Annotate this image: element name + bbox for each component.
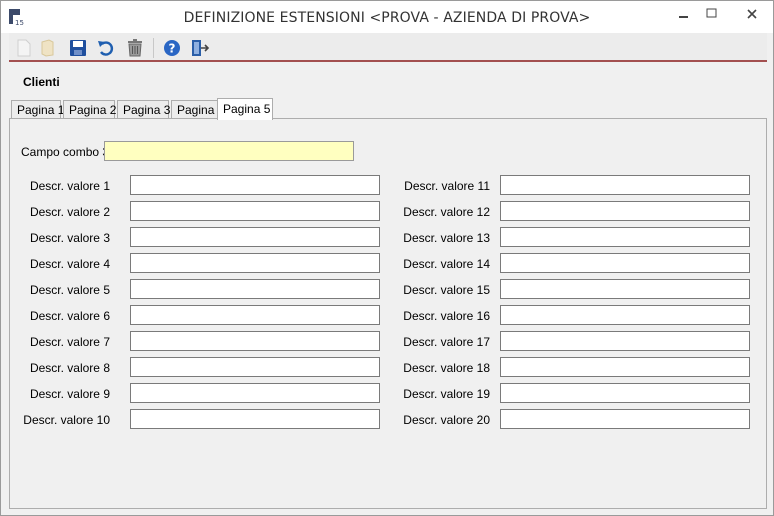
descr-valore-field[interactable] <box>130 305 380 325</box>
window-title: DEFINIZIONE ESTENSIONI <PROVA - AZIENDA … <box>183 10 591 26</box>
descr-valore-label: Descr. valore 12 <box>403 205 490 219</box>
descr-valore-label: Descr. valore 6 <box>29 309 110 323</box>
descr-valore-label: Descr. valore 9 <box>29 387 110 401</box>
descr-valore-field[interactable] <box>130 175 380 195</box>
descr-valore-label: Descr. valore 19 <box>403 387 490 401</box>
close-button[interactable] <box>734 1 770 27</box>
open-button[interactable] <box>37 37 59 59</box>
save-icon <box>70 40 86 56</box>
descr-valore-label: Descr. valore 8 <box>29 361 110 375</box>
minimize-icon <box>679 16 688 18</box>
descr-valore-label: Descr. valore 20 <box>403 413 490 427</box>
descr-valore-field[interactable] <box>130 279 380 299</box>
new-button[interactable] <box>13 37 35 59</box>
delete-button[interactable] <box>124 37 146 59</box>
descr-valore-field[interactable] <box>130 383 380 403</box>
minimize-button[interactable] <box>669 1 699 27</box>
toolbar-separator <box>153 38 154 58</box>
descr-valore-field[interactable] <box>500 253 750 273</box>
tab-panel: Campo combo 3 Descr. valore 1 Descr. valo… <box>9 118 767 509</box>
descr-valore-field[interactable] <box>500 227 750 247</box>
descr-valore-label: Descr. valore 7 <box>29 335 110 349</box>
descr-valore-field[interactable] <box>130 227 380 247</box>
save-button[interactable] <box>67 37 89 59</box>
descr-valore-field[interactable] <box>500 201 750 221</box>
descr-valore-label: Descr. valore 17 <box>403 335 490 349</box>
delete-icon <box>128 39 142 57</box>
maximize-icon <box>706 8 717 18</box>
descr-valore-field[interactable] <box>130 331 380 351</box>
descr-valore-field[interactable] <box>500 175 750 195</box>
title-bar[interactable]: 15 DEFINIZIONE ESTENSIONI <PROVA - AZIEN… <box>1 1 773 33</box>
tab-pagina-4[interactable]: Pagina 4 <box>171 100 224 119</box>
application-window: 15 DEFINIZIONE ESTENSIONI <PROVA - AZIEN… <box>0 0 774 516</box>
combo-label: Campo combo 3 <box>21 145 110 159</box>
exit-button[interactable] <box>189 37 211 59</box>
tab-pagina-1[interactable]: Pagina 1 <box>11 100 64 119</box>
tab-pagina-3[interactable]: Pagina 3 <box>117 100 170 119</box>
descr-valore-field[interactable] <box>130 253 380 273</box>
descr-valore-field[interactable] <box>130 357 380 377</box>
descr-valore-field[interactable] <box>130 201 380 221</box>
combo-field[interactable] <box>104 141 354 161</box>
descr-valore-label: Descr. valore 1 <box>29 179 110 193</box>
descr-valore-label: Descr. valore 2 <box>29 205 110 219</box>
descr-valore-label: Descr. valore 5 <box>29 283 110 297</box>
descr-valore-label: Descr. valore 4 <box>29 257 110 271</box>
tab-pagina-2[interactable]: Pagina 2 <box>63 100 116 119</box>
section-title: Clienti <box>23 75 60 89</box>
maximize-button[interactable] <box>697 1 727 27</box>
undo-icon <box>98 41 114 56</box>
svg-text:?: ? <box>169 42 176 56</box>
close-icon <box>747 9 757 19</box>
undo-button[interactable] <box>95 37 117 59</box>
open-folder-icon <box>41 39 54 57</box>
new-document-icon <box>17 39 31 57</box>
descr-valore-label: Descr. valore 3 <box>29 231 110 245</box>
descr-valore-field[interactable] <box>500 383 750 403</box>
descr-valore-field[interactable] <box>500 305 750 325</box>
descr-valore-label: Descr. valore 18 <box>403 361 490 375</box>
descr-valore-label: Descr. valore 14 <box>403 257 490 271</box>
descr-valore-label: Descr. valore 15 <box>403 283 490 297</box>
toolbar: ? <box>9 33 767 62</box>
descr-valore-label: Descr. valore 11 <box>404 179 490 193</box>
help-button[interactable]: ? <box>161 37 183 59</box>
tab-pagina-5[interactable]: Pagina 5 <box>217 98 273 120</box>
descr-valore-field[interactable] <box>500 279 750 299</box>
descr-valore-field[interactable] <box>500 331 750 351</box>
descr-valore-field[interactable] <box>500 357 750 377</box>
descr-valore-field[interactable] <box>500 409 750 429</box>
descr-valore-label: Descr. valore 13 <box>403 231 490 245</box>
descr-valore-field[interactable] <box>130 409 380 429</box>
descr-valore-label: Descr. valore 16 <box>403 309 490 323</box>
help-icon: ? <box>164 40 180 56</box>
descr-valore-label: Descr. valore 10 <box>23 413 110 427</box>
exit-icon <box>192 40 210 56</box>
